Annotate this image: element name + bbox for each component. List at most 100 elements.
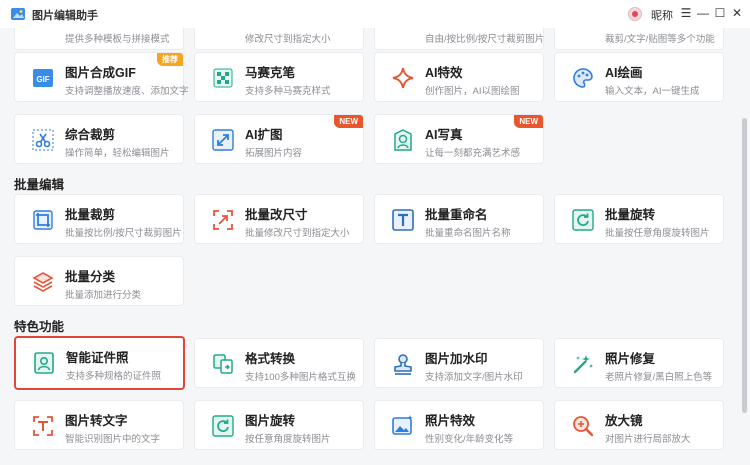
card-format[interactable]: 格式转换 支持100多种图片格式互换 <box>194 338 364 388</box>
avatar[interactable] <box>628 7 642 21</box>
card-title: 图片加水印 <box>425 352 488 366</box>
magnifier-icon <box>573 416 594 437</box>
resize-icon <box>213 210 233 230</box>
rotate-icon <box>572 209 594 231</box>
card-desc: 智能识别图片中的文字 <box>65 434 161 445</box>
card-desc: 输入文本，AI一键生成 <box>605 86 700 97</box>
rotate-icon <box>212 415 234 437</box>
card-title: AI扩图 <box>245 128 283 142</box>
maximize-button[interactable]: ☐ <box>711 4 729 22</box>
card-title: 图片旋转 <box>245 414 296 428</box>
title-bar: 图片编辑助手 昵称 ☰ — ☐ ✕ <box>0 0 750 28</box>
expand-icon <box>212 129 234 151</box>
crop-icon <box>33 210 53 230</box>
card-desc: 修改尺寸到指定大小 <box>245 34 331 45</box>
card-desc: 批量添加进行分类 <box>65 290 142 301</box>
card-batch-classify[interactable]: 批量分类 批量添加进行分类 <box>14 256 184 306</box>
id-photo-icon <box>34 352 54 374</box>
card-rotate[interactable]: 图片旋转 按任意角度旋转图片 <box>194 400 364 450</box>
card-title: AI写真 <box>425 128 463 142</box>
stamp-icon <box>394 354 412 375</box>
card-gif[interactable]: GIF 图片合成GIF 支持调整播放速度、添加文字 推荐 <box>14 52 189 102</box>
card-ai-expand[interactable]: AI扩图 拓展图片内容 NEW <box>194 114 364 164</box>
sparkle-icon <box>392 67 414 89</box>
mosaic-icon <box>213 68 233 88</box>
card-desc: 批量按比例/按尺寸裁剪图片 <box>65 228 182 239</box>
card-batch-resize[interactable]: 批量改尺寸 批量修改尺寸到指定大小 <box>194 194 364 244</box>
card-desc: 支持添加文字/图片水印 <box>425 372 523 383</box>
app-title: 图片编辑助手 <box>32 10 98 22</box>
card-title: 综合裁剪 <box>65 128 116 142</box>
card-title: 批量分类 <box>65 270 116 284</box>
card-title: AI特效 <box>425 66 463 80</box>
card-ai-paint[interactable]: AI绘画 输入文本，AI一键生成 <box>554 52 724 102</box>
svg-text:GIF: GIF <box>36 75 49 84</box>
card-desc: 批量重命名图片名称 <box>425 228 511 239</box>
card-effects[interactable]: 照片特效 性别变化/年龄变化等 <box>374 400 544 450</box>
card-desc: 裁剪/文字/贴图等多个功能 <box>605 34 715 45</box>
card-watermark[interactable]: 图片加水印 支持添加文字/图片水印 <box>374 338 544 388</box>
card-batch-rename[interactable]: 批量重命名 批量重命名图片名称 <box>374 194 544 244</box>
card-desc: 支持多种马赛克样式 <box>245 86 331 97</box>
text-scan-icon <box>33 416 53 436</box>
main-content[interactable]: 提供多种模板与拼接模式 修改尺寸到指定大小 自由/按比例/按尺寸裁剪图片 裁剪/… <box>0 28 740 465</box>
card-desc: 操作简单，轻松编辑图片 <box>65 148 170 159</box>
card-desc: 让每一刻都充满艺术感 <box>425 148 521 159</box>
close-button[interactable]: ✕ <box>728 4 746 22</box>
magic-wand-icon <box>573 355 593 374</box>
card-title: 批量旋转 <box>605 208 656 222</box>
card-desc: 支持调整播放速度、添加文字 <box>65 86 189 97</box>
card-title: 图片转文字 <box>65 414 128 428</box>
section-title-featured: 特色功能 <box>14 320 65 334</box>
card-title: AI绘画 <box>605 66 643 80</box>
card-partial-3[interactable]: 自由/按比例/按尺寸裁剪图片 <box>374 28 544 50</box>
card-batch-rotate[interactable]: 批量旋转 批量按任意角度旋转图片 <box>554 194 724 244</box>
card-magnifier[interactable]: 放大镜 对图片进行局部放大 <box>554 400 724 450</box>
card-desc: 按任意角度旋转图片 <box>245 434 331 445</box>
card-desc: 创作图片，AI以图绘图 <box>425 86 520 97</box>
card-title: 图片合成GIF <box>65 66 136 80</box>
card-desc: 老照片修复/黑白照上色等 <box>605 372 713 383</box>
section-title-batch: 批量编辑 <box>14 178 65 192</box>
card-desc: 性别变化/年龄变化等 <box>425 434 514 445</box>
card-desc: 支持100多种图片格式互换 <box>245 372 356 383</box>
card-desc: 提供多种模板与拼接模式 <box>65 34 170 45</box>
card-desc: 对图片进行局部放大 <box>605 434 691 445</box>
layers-icon <box>32 272 54 292</box>
recommend-badge: 推荐 <box>157 53 183 66</box>
card-mosaic[interactable]: 马赛克笔 支持多种马赛克样式 <box>194 52 364 102</box>
card-desc: 自由/按比例/按尺寸裁剪图片 <box>425 34 545 45</box>
card-partial-1[interactable]: 提供多种模板与拼接模式 <box>14 28 184 50</box>
menu-icon[interactable]: ☰ <box>677 4 695 22</box>
scissors-icon <box>32 129 54 151</box>
card-title: 马赛克笔 <box>245 66 296 80</box>
card-partial-4[interactable]: 裁剪/文字/贴图等多个功能 <box>554 28 724 50</box>
card-ai-portrait[interactable]: AI写真 让每一刻都充满艺术感 NEW <box>374 114 544 164</box>
card-title: 格式转换 <box>245 352 296 366</box>
card-desc: 批量按任意角度旋转图片 <box>605 228 710 239</box>
card-title: 照片修复 <box>605 352 656 366</box>
card-crop[interactable]: 综合裁剪 操作简单，轻松编辑图片 <box>14 114 184 164</box>
app-logo-icon <box>11 8 25 20</box>
minimize-button[interactable]: — <box>694 4 712 22</box>
card-id-photo[interactable]: 智能证件照 支持多种规格的证件照 <box>14 336 185 390</box>
gif-icon: GIF <box>33 69 53 87</box>
card-title: 批量裁剪 <box>65 208 116 222</box>
convert-icon <box>213 354 233 374</box>
card-ai-effect[interactable]: AI特效 创作图片，AI以图绘图 <box>374 52 544 102</box>
card-title: 批量改尺寸 <box>245 208 308 222</box>
card-repair[interactable]: 照片修复 老照片修复/黑白照上色等 <box>554 338 724 388</box>
card-batch-crop[interactable]: 批量裁剪 批量按比例/按尺寸裁剪图片 <box>14 194 184 244</box>
user-name[interactable]: 昵称 <box>651 7 673 23</box>
card-partial-2[interactable]: 修改尺寸到指定大小 <box>194 28 364 50</box>
rename-icon <box>392 209 414 231</box>
card-desc: 批量修改尺寸到指定大小 <box>245 228 350 239</box>
image-effect-icon <box>392 415 413 435</box>
card-title: 照片特效 <box>425 414 476 428</box>
card-desc: 支持多种规格的证件照 <box>66 371 162 382</box>
palette-icon <box>573 68 593 88</box>
scrollbar-thumb[interactable] <box>742 118 747 413</box>
card-desc: 拓展图片内容 <box>245 148 303 159</box>
card-ocr[interactable]: 图片转文字 智能识别图片中的文字 <box>14 400 184 450</box>
new-badge: NEW <box>334 115 363 128</box>
